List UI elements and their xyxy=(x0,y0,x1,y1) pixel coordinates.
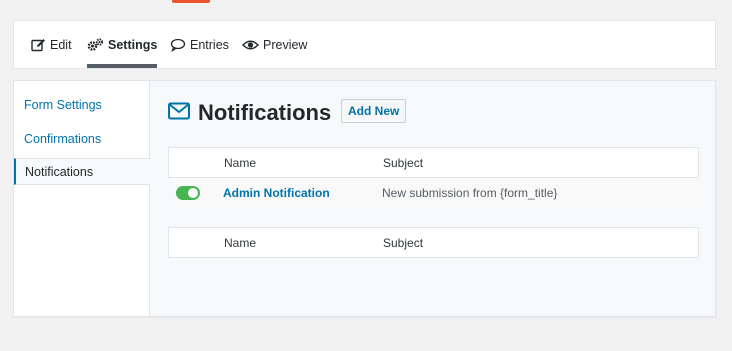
status-toggle[interactable] xyxy=(176,186,200,200)
column-footer-subject: Subject xyxy=(383,236,424,250)
tab-preview[interactable]: Preview xyxy=(242,21,307,68)
page-heading: Notifications xyxy=(168,98,331,128)
sidebar-item-label: Confirmations xyxy=(24,131,102,146)
notifications-table-footer: Name Subject xyxy=(168,227,699,258)
notifications-table-header: Name Subject xyxy=(168,147,699,178)
column-header-name: Name xyxy=(224,156,257,170)
eye-icon xyxy=(242,38,259,52)
edit-icon xyxy=(31,38,46,52)
tab-edit-label: Edit xyxy=(50,37,72,52)
top-accent-bar xyxy=(172,0,210,3)
notification-name-link[interactable]: Admin Notification xyxy=(223,186,330,200)
sidebar-item-label: Form Settings xyxy=(24,97,102,112)
form-tabbar: Edit Settings Entries Preview xyxy=(13,20,716,69)
tab-settings[interactable]: Settings xyxy=(87,21,158,68)
tab-edit[interactable]: Edit xyxy=(31,21,72,68)
sidebar-item-label: Notifications xyxy=(25,164,94,179)
page-title: Notifications xyxy=(198,100,332,125)
settings-sidebar: Form Settings Confirmations Notification… xyxy=(14,81,151,316)
sidebar-item-confirmations[interactable]: Confirmations xyxy=(14,125,150,152)
tab-entries[interactable]: Entries xyxy=(170,21,229,68)
sidebar-item-notifications[interactable]: Notifications xyxy=(14,158,151,185)
column-footer-name: Name xyxy=(224,236,257,250)
table-row: Admin Notification New submission from {… xyxy=(168,178,699,209)
notification-subject: New submission from {form_title} xyxy=(382,186,558,200)
comment-icon xyxy=(170,38,186,52)
notifications-content: Notifications Add New Name Subject Admin… xyxy=(150,81,715,316)
add-new-button[interactable]: Add New xyxy=(341,99,407,123)
envelope-icon xyxy=(168,102,190,125)
gears-icon xyxy=(87,37,104,52)
tab-preview-label: Preview xyxy=(263,37,308,52)
sidebar-item-form-settings[interactable]: Form Settings xyxy=(14,91,150,118)
tab-entries-label: Entries xyxy=(190,37,229,52)
tab-settings-label: Settings xyxy=(108,37,158,52)
settings-panel: Form Settings Confirmations Notification… xyxy=(13,80,716,317)
column-header-subject: Subject xyxy=(383,156,424,170)
